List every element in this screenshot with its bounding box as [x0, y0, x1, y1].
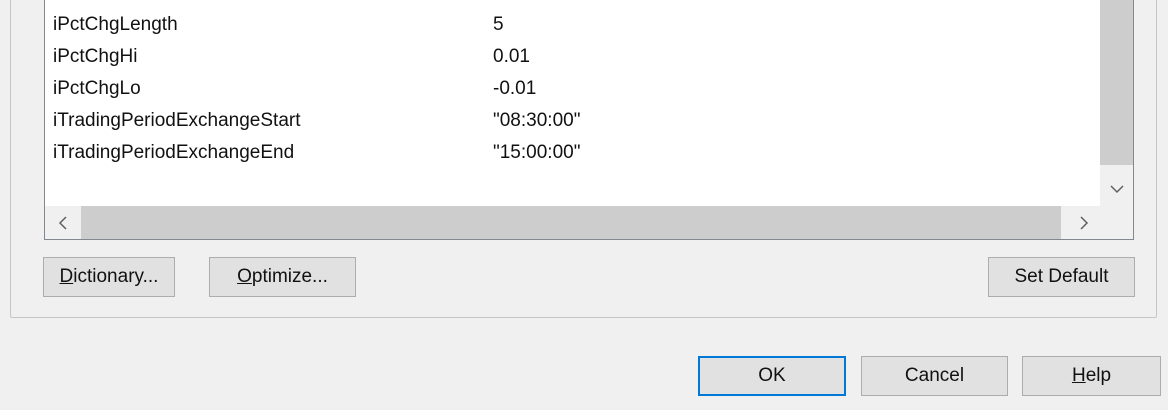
input-row[interactable]: iPctChgLength 5	[45, 12, 1101, 44]
input-value[interactable]: "08:30:00"	[493, 110, 580, 132]
help-button[interactable]: Help	[1022, 356, 1161, 396]
dictionary-label: ictionary...	[73, 266, 159, 287]
help-label: elp	[1085, 365, 1112, 386]
input-row[interactable]: iPctChgLo -0.01	[45, 76, 1101, 108]
ok-button[interactable]: OK	[698, 356, 846, 396]
optimize-mnemonic: O	[237, 266, 252, 287]
input-value[interactable]: -0.01	[493, 78, 536, 100]
dictionary-mnemonic: D	[59, 266, 74, 287]
chevron-left-icon[interactable]	[45, 206, 79, 239]
input-name: iPctChgLength	[53, 14, 178, 35]
input-row[interactable]: iTradingPeriodExchangeStart "08:30:00"	[45, 108, 1101, 140]
optimize-button[interactable]: Optimize...	[209, 257, 356, 297]
vertical-scrollbar[interactable]	[1100, 0, 1133, 206]
input-value[interactable]: 5	[493, 14, 504, 36]
scrollbar-corner	[1100, 206, 1133, 239]
cancel-button[interactable]: Cancel	[861, 356, 1008, 396]
inputs-rows: iPctChgLength 5 iPctChgHi 0.01 iPctChgLo…	[45, 12, 1101, 172]
input-name: iTradingPeriodExchangeEnd	[53, 142, 295, 163]
help-mnemonic: H	[1071, 365, 1086, 386]
chevron-right-icon[interactable]	[1067, 206, 1101, 239]
input-row[interactable]: iTradingPeriodExchangeEnd "15:00:00"	[45, 140, 1101, 172]
chevron-down-icon[interactable]	[1100, 172, 1133, 206]
ok-label: OK	[758, 365, 786, 386]
dictionary-button[interactable]: Dictionary...	[43, 257, 175, 297]
input-value[interactable]: 0.01	[493, 46, 530, 68]
input-name: iPctChgLo	[53, 78, 141, 99]
set-default-button[interactable]: Set Default	[988, 257, 1135, 297]
horizontal-scroll-thumb[interactable]	[81, 206, 1061, 239]
input-row[interactable]: iPctChgHi 0.01	[45, 44, 1101, 76]
input-name: iPctChgHi	[53, 46, 138, 67]
set-default-label: Set Default	[1014, 266, 1109, 287]
vertical-scroll-thumb[interactable]	[1100, 0, 1133, 165]
horizontal-scrollbar[interactable]	[45, 206, 1101, 239]
optimize-label: ptimize...	[251, 266, 328, 287]
cancel-label: Cancel	[904, 365, 965, 386]
inputs-list[interactable]: iPctChgLength 5 iPctChgHi 0.01 iPctChgLo…	[44, 0, 1134, 240]
input-value[interactable]: "15:00:00"	[493, 142, 580, 164]
input-name: iTradingPeriodExchangeStart	[53, 110, 301, 131]
